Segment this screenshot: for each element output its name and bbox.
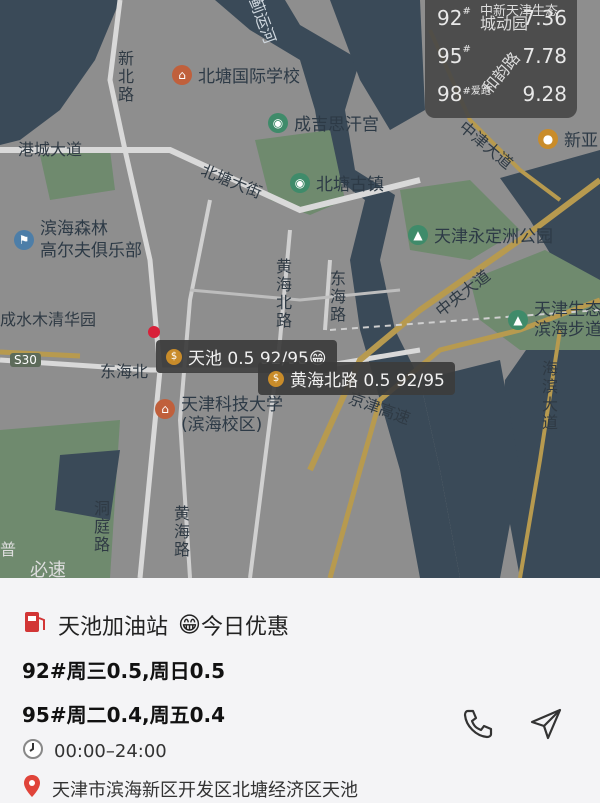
poi-eco-walkway[interactable]: ▲ 天津生态 滨海步道 [508,300,600,340]
clock-icon [22,738,44,765]
coin-icon: $ [166,348,182,365]
navigate-icon [530,708,562,740]
poi-shuimu: 成水木清华园 [0,310,97,329]
school-icon: ⌂ [172,64,192,85]
label-bi: 必速 [30,560,66,578]
navigate-button[interactable] [528,706,564,742]
road-huanghai-n: 黄海北路 [273,258,292,330]
road-haibin: 海滨大道 [539,360,558,432]
park-icon: ▲ [408,224,428,245]
phone-icon [463,709,493,739]
poi-beitang-town[interactable]: ◉ 北塘古镇 [290,170,384,195]
poi-chengdu-park: 城动园 [480,14,529,33]
action-buttons [460,706,564,742]
phone-button[interactable] [460,706,496,742]
station-title-row: 天池加油站 😁 今日优惠 [22,608,289,642]
poi-yongdingzhou-park[interactable]: ▲ 天津永定洲公园 [408,222,553,247]
road-donghai-n: 东海路 [327,270,346,324]
map-tag-huanghai[interactable]: $ 黄海北路 0.5 92/95 [258,362,455,395]
gas-pump-icon [22,608,48,642]
poi-xinya[interactable]: ● 新亚 [538,126,598,151]
promo-92: 92#周三0.5,周日0.5 [22,659,226,683]
shop-icon: ● [538,128,558,149]
road-gangcheng: 港城大道 [18,140,83,159]
poi-golf-club[interactable]: ⚑ 滨海森林 高尔夫俱乐部 [14,218,142,262]
park-icon: ▲ [508,310,528,330]
label-pu: 普 [0,540,17,559]
address-text: 天津市滨海新区开发区北塘经济区天池 [52,779,358,801]
hours-row: 00:00–24:00 [22,738,167,765]
poi-tech-university[interactable]: ⌂ 天津科技大学 (滨海校区) [155,395,283,435]
promo-95: 95#周二0.4,周五0.4 [22,703,226,727]
station-name: 天池加油站 [58,615,169,640]
poi-beitang-school[interactable]: ⌂ 北塘国际学校 [172,62,300,87]
address-row[interactable]: 天津市滨海新区开发区北塘经济区天池 [22,774,358,803]
smile-emoji: 😁 [178,612,201,638]
hours-text: 00:00–24:00 [54,741,167,762]
map-view[interactable]: 92# 7.36 95# 7.78 98#爱跑 9.28 中新天津生态 城动园 … [0,0,600,578]
attraction-icon: ◉ [290,172,310,193]
coin-icon: $ [268,370,284,387]
school-icon: ⌂ [155,399,175,419]
golf-icon: ⚑ [14,230,34,250]
location-pin-icon [22,774,42,803]
road-dongting: 洞庭路 [91,500,110,554]
road-s30-badge: S30 [10,353,41,367]
poi-chengjisi[interactable]: ◉ 成吉思汗宫 [268,110,379,135]
road-donghai-h: 东海北 [100,362,149,381]
road-xinbei: 新北路 [115,50,134,104]
road-huanghai-s: 黄海路 [171,505,190,559]
attraction-icon: ◉ [268,112,288,133]
station-info-sheet: 天池加油站 😁 今日优惠 92#周三0.5,周日0.5 95#周二0.4,周五0… [0,578,600,803]
promo-label: 今日优惠 [200,615,289,640]
